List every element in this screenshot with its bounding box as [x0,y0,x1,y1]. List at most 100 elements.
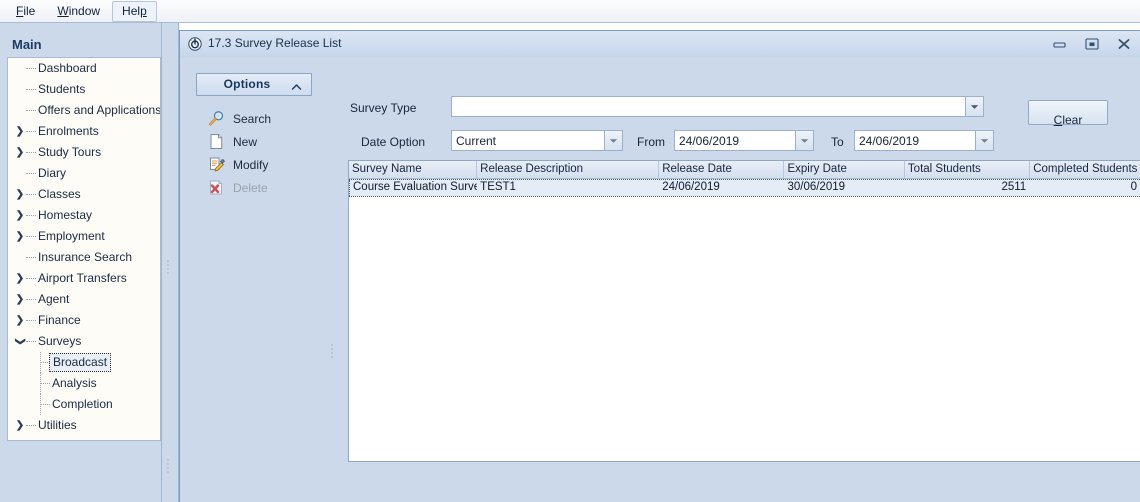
grid-cell-release-description[interactable]: TEST1 [477,180,659,196]
tree-connector-dots [26,320,36,322]
mdi-child-window: 17.3 Survey Release List [179,30,1140,502]
grid-column-header-expiry-date[interactable]: Expiry Date [784,161,904,178]
window-client-area: Options SearchNewModifyDelete Survey [181,57,1140,502]
tree-connector-dots [26,131,36,133]
sidebar-item-label: Insurance Search [38,250,132,264]
options-search-action[interactable]: Search [196,107,334,130]
options-modify-action[interactable]: Modify [196,153,334,176]
options-action-label: New [233,135,257,149]
tree-connector-dots [26,236,36,238]
chevron-up-icon[interactable] [291,80,302,94]
sidebar-item-insurance-search[interactable]: Insurance Search [8,247,160,268]
tree-connector-dots [26,215,36,217]
options-header[interactable]: Options [196,73,312,96]
sidebar-item-label: Classes [38,187,81,201]
sidebar-item-offers-and-applications[interactable]: Offers and Applications [8,100,160,121]
grid-cell-completed-students[interactable]: 0 [1030,180,1140,196]
from-date-picker[interactable]: 24/06/2019 [674,130,814,151]
sidebar-item-label: Analysis [52,376,97,390]
chevron-right-icon[interactable]: ❯ [14,184,26,205]
sidebar-title: Main [12,37,42,52]
chevron-down-icon[interactable] [965,97,983,116]
menu-window[interactable]: Window [47,1,110,22]
from-date-value: 24/06/2019 [679,133,739,149]
sidebar-item-study-tours[interactable]: ❯Study Tours [8,142,160,163]
survey-type-label: Survey Type [350,101,416,115]
chevron-right-icon[interactable]: ❯ [14,289,26,310]
options-splitter[interactable] [327,57,341,502]
sidebar-item-label: Enrolments [38,124,99,138]
sidebar-item-label: Homestay [38,208,92,222]
options-new-action[interactable]: New [196,130,334,153]
tree-connector-dots [26,299,36,301]
menu-help[interactable]: Help [112,1,157,22]
clear-button-label: lear [1062,113,1082,127]
options-splitter-grip[interactable] [331,342,334,360]
table-row[interactable]: Course Evaluation SurveyTEST124/06/20193… [349,179,1140,197]
sidebar-item-agent[interactable]: ❯Agent [8,289,160,310]
sidebar-item-surveys[interactable]: ❯Surveys [8,331,160,352]
grid-body[interactable]: Course Evaluation SurveyTEST124/06/20193… [349,179,1140,197]
sidebar-item-enrolments[interactable]: ❯ Enrolments [8,121,160,142]
restore-icon[interactable] [1082,35,1102,53]
chevron-down-icon[interactable] [795,131,813,150]
magnifier-icon [208,110,226,127]
window-title-text: 17.3 Survey Release List [208,36,341,50]
sidebar-item-label: Diary [38,166,66,180]
sidebar-splitter-grip-lower[interactable] [167,457,170,475]
to-date-picker[interactable]: 24/06/2019 [854,130,994,151]
grid-cell-expiry-date[interactable]: 30/06/2019 [784,180,904,196]
close-icon[interactable] [1114,35,1134,53]
sidebar-item-label: Airport Transfers [38,271,127,285]
tree-connector-dots [26,68,36,70]
grid-column-header-completed-students[interactable]: Completed Students [1030,161,1140,178]
navigation-tree[interactable]: DashboardStudents Offers and Applications… [7,57,161,441]
sidebar-item-employment[interactable]: ❯Employment [8,226,160,247]
sidebar-item-homestay[interactable]: ❯ Homestay [8,205,160,226]
survey-type-combo[interactable] [451,96,984,117]
chevron-down-icon[interactable] [604,131,622,150]
sidebar-item-dashboard[interactable]: Dashboard [8,58,160,79]
clear-button-accel: C [1054,113,1063,127]
sidebar-item-diary[interactable]: Diary [8,163,160,184]
grid-cell-total-students[interactable]: 2511 [905,180,1030,196]
sidebar-item-completion[interactable]: Completion [8,394,160,415]
sidebar-item-label: Finance [38,313,81,327]
grid-cell-release-date[interactable]: 24/06/2019 [659,180,784,196]
grid-cell-survey-name[interactable]: Course Evaluation Survey [349,180,477,196]
chevron-right-icon[interactable]: ❯ [14,310,26,331]
grid-column-header-survey-name[interactable]: Survey Name [349,161,477,178]
grid-column-header-release-description[interactable]: Release Description [477,161,659,178]
chevron-right-icon[interactable]: ❯ [14,268,26,289]
chevron-right-icon[interactable]: ❯ [14,121,26,142]
sidebar-splitter[interactable] [162,23,179,502]
grid-column-header-total-students[interactable]: Total Students [905,161,1030,178]
minimize-icon[interactable] [1050,35,1070,53]
grid-header-row[interactable]: Survey NameRelease DescriptionRelease Da… [349,161,1140,179]
sidebar-item-students[interactable]: Students [8,79,160,100]
sidebar-item-analysis[interactable]: Analysis [8,373,160,394]
window-title-bar[interactable]: 17.3 Survey Release List [180,31,1140,57]
chevron-down-icon[interactable] [975,131,993,150]
tree-connector-dots [40,362,50,364]
survey-release-grid[interactable]: Survey NameRelease DescriptionRelease Da… [348,160,1140,462]
menu-file[interactable]: File [6,1,45,22]
menu-bar: File Window Help [0,0,1140,23]
clear-button[interactable]: Clear [1028,100,1108,125]
chevron-right-icon[interactable]: ❯ [14,226,26,247]
tree-connector-dots [26,278,36,280]
chevron-right-icon[interactable]: ❯ [14,415,26,436]
chevron-right-icon[interactable]: ❯ [14,205,26,226]
sidebar-item-classes[interactable]: ❯ Classes [8,184,160,205]
sidebar-item-finance[interactable]: ❯ Finance [8,310,160,331]
date-option-combo[interactable]: Current [451,130,623,151]
sidebar-item-airport-transfers[interactable]: ❯ Airport Transfers [8,268,160,289]
sidebar-splitter-grip[interactable] [167,258,170,276]
sidebar-item-label: Offers and Applications [38,103,161,117]
chevron-right-icon[interactable]: ❯ [14,142,26,163]
sidebar-item-broadcast[interactable]: Broadcast [8,352,160,373]
grid-column-header-release-date[interactable]: Release Date [659,161,784,178]
tree-connector-dots [26,152,36,154]
tree-connector-dots [26,341,36,343]
sidebar-item-utilities[interactable]: ❯Utilities [8,415,160,436]
